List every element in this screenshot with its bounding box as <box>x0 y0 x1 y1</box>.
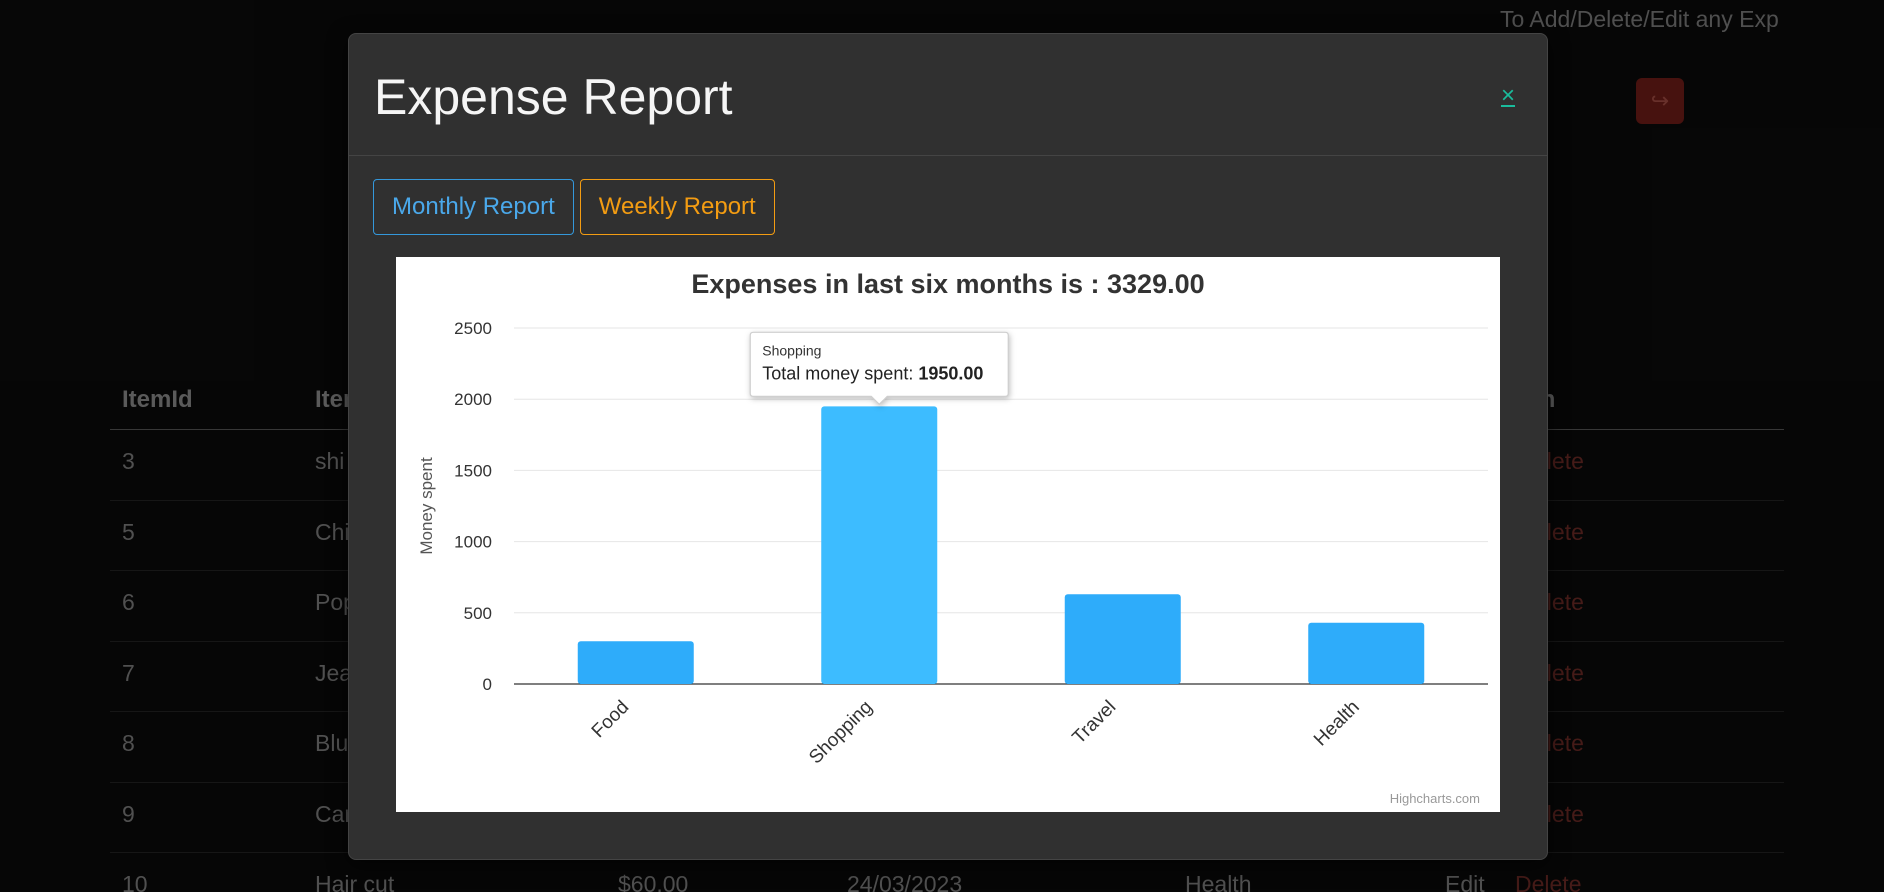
expense-report-modal: Expense Report × Monthly Report Weekly R… <box>348 33 1548 860</box>
report-tabs: Monthly Report Weekly Report <box>373 179 775 235</box>
y-tick-label: 1500 <box>454 461 492 480</box>
expense-chart: Expenses in last six months is : 3329.00… <box>396 257 1500 812</box>
modal-header: Expense Report × <box>349 34 1547 156</box>
y-tick-label: 2500 <box>454 319 492 338</box>
y-tick-label: 2000 <box>454 390 492 409</box>
weekly-report-button[interactable]: Weekly Report <box>579 179 775 235</box>
tooltip-value-text: Total money spent: 1950.00 <box>762 363 983 383</box>
x-tick-label: Health <box>1310 697 1364 751</box>
bar-food <box>577 641 694 684</box>
bar-shopping <box>821 406 938 684</box>
tooltip-label: Total money spent: <box>762 363 918 383</box>
x-tick-label: Shopping <box>805 697 877 769</box>
chart-title: Expenses in last six months is : 3329.00 <box>691 269 1204 299</box>
tooltip-value: 1950.00 <box>918 363 983 383</box>
tooltip-category: Shopping <box>762 342 821 358</box>
modal-title: Expense Report <box>374 69 733 125</box>
chart-svg: Expenses in last six months is : 3329.00… <box>417 269 1488 769</box>
bar-travel <box>1064 594 1181 684</box>
y-tick-label: 0 <box>483 675 492 694</box>
close-icon[interactable]: × <box>1501 82 1515 110</box>
chart-credits[interactable]: Highcharts.com <box>1390 791 1480 806</box>
y-axis-label: Money spent <box>417 457 436 555</box>
y-tick-label: 1000 <box>454 533 492 552</box>
x-tick-label: Food <box>588 697 633 742</box>
bar-health <box>1308 622 1425 684</box>
y-tick-label: 500 <box>464 604 492 623</box>
x-tick-label: Travel <box>1069 697 1121 749</box>
monthly-report-button[interactable]: Monthly Report <box>373 179 574 235</box>
